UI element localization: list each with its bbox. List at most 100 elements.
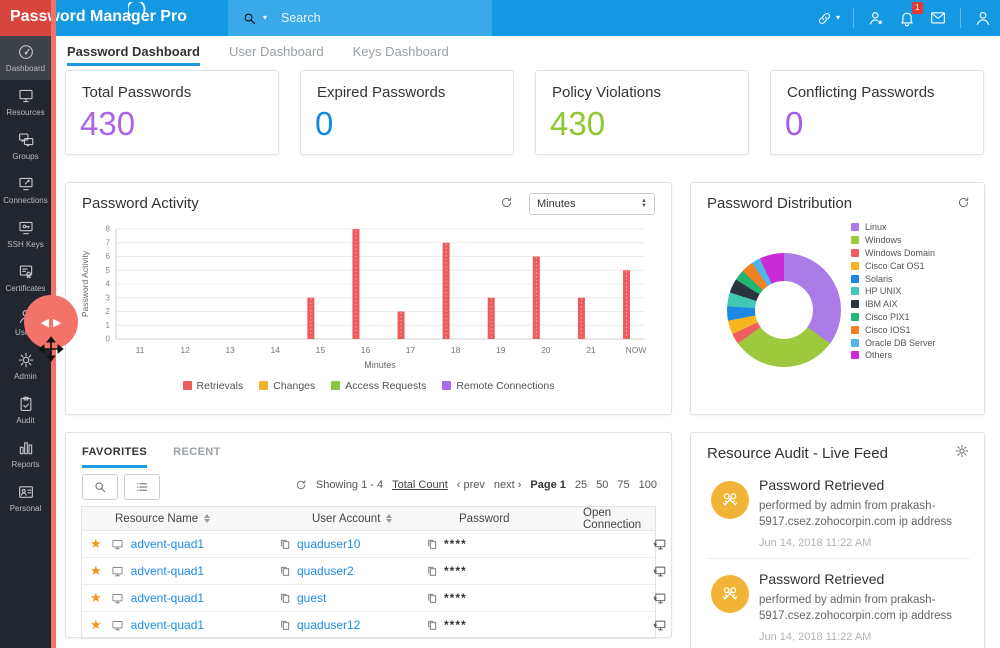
col-user-account[interactable]: User Account [300,513,445,525]
sidebar-item-groups[interactable]: Groups [0,124,51,168]
svg-text:Minutes: Minutes [364,360,396,370]
search-icon [95,482,106,493]
table-search-button[interactable] [82,474,118,500]
quick-link-button[interactable]: ▾ [816,10,840,27]
user-star-button[interactable] [867,9,885,27]
sidebar-item-label: Certificates [5,284,46,293]
ssh-keys-icon [18,221,33,235]
sort-icon[interactable] [204,514,211,523]
sidebar-item-personal[interactable]: Personal [0,476,51,520]
tab-password-dashboard[interactable]: Password Dashboard [67,36,200,66]
legend-item: Changes [259,380,315,392]
favorite-star-icon[interactable]: ★ [90,536,102,552]
favorite-star-icon[interactable]: ★ [90,563,102,579]
page-size-25[interactable]: 25 [575,479,587,491]
profile-button[interactable] [974,9,992,27]
refresh-icon[interactable] [957,196,970,209]
copy-user-button[interactable] [279,538,291,550]
svg-text:13: 13 [225,345,235,355]
sidebar-item-resources[interactable]: Resources [0,80,51,124]
page-indicator: Page 1 [530,479,566,491]
sidebar-item-reports[interactable]: Reports [0,432,51,476]
sidebar-item-certificates[interactable]: Certificates [0,256,51,300]
table-view-button[interactable] [124,474,160,500]
header-icons: ▾ 1 [816,0,992,36]
tab-favorites[interactable]: FAVORITES [82,446,148,468]
certificates-icon [19,265,32,279]
sidebar-item-dashboard[interactable]: Dashboard [0,36,51,80]
col-resource-name[interactable]: Resource Name [82,513,300,525]
password-distribution-panel: Password Distribution Linux Windows Window… [690,182,985,415]
user-account-link[interactable]: quaduser10 [297,537,360,551]
resource-audit-panel: Resource Audit - Live Feed Password Retr… [690,432,985,648]
resource-link[interactable]: advent-quad1 [131,591,204,605]
arrow-right-icon: ▶ [53,316,62,329]
copy-user-button[interactable] [279,619,291,631]
resource-link[interactable]: advent-quad1 [131,537,204,551]
stat-title: Total Passwords [82,84,192,101]
user-account-link[interactable]: guest [297,591,326,605]
distribution-donut-chart [727,253,841,367]
audit-icon [20,396,31,411]
stat-value: 0 [315,105,334,142]
copy-password-button[interactable] [426,592,438,604]
favorite-star-icon[interactable]: ★ [90,590,102,606]
resource-link[interactable]: advent-quad1 [131,564,204,578]
user-account-link[interactable]: quaduser12 [297,618,360,632]
svg-text:16: 16 [361,345,371,355]
sort-icon[interactable] [386,514,393,523]
open-connection-button[interactable] [652,537,667,552]
svg-text:1: 1 [106,321,111,330]
copy-icon [428,593,437,603]
copy-user-button[interactable] [279,592,291,604]
prev-button[interactable]: ‹ prev [457,479,485,491]
tab-keys-dashboard[interactable]: Keys Dashboard [353,36,449,66]
divider [960,8,961,28]
refresh-icon[interactable] [295,479,307,491]
favorite-star-icon[interactable]: ★ [90,617,102,633]
tab-recent[interactable]: RECENT [173,446,221,468]
legend-swatch [851,325,859,334]
copy-password-button[interactable] [426,565,438,577]
notifications-button[interactable]: 1 [898,2,923,27]
search-scope-caret[interactable]: ▾ [263,14,267,22]
activity-bar-chart: 012345678Password Activity11 12 13 14 15 16 17… [80,225,646,370]
sidebar-item-ssh-keys[interactable]: SSH Keys [0,212,51,256]
open-connection-button[interactable] [652,564,667,579]
legend-item: Others [851,349,936,362]
mail-button[interactable] [929,9,947,27]
svg-text:6: 6 [106,252,111,261]
legend-item: Retrievals [182,380,243,392]
legend-swatch [182,381,192,390]
copy-user-button[interactable] [279,565,291,577]
page-size-50[interactable]: 50 [596,479,608,491]
copy-password-button[interactable] [426,538,438,550]
stat-value: 430 [550,105,606,142]
copy-icon [428,566,437,576]
stat-title: Expired Passwords [317,84,446,101]
total-count-link[interactable]: Total Count [392,479,448,491]
global-search[interactable]: ▾ Search [228,0,492,36]
sidebar-item-label: Connections [3,196,48,205]
sidebar-item-connections[interactable]: Connections [0,168,51,212]
copy-password-button[interactable] [426,619,438,631]
page-size-75[interactable]: 75 [617,479,629,491]
legend-swatch [442,381,452,390]
legend-swatch [851,248,859,257]
sidebar-item-audit[interactable]: Audit [0,388,51,432]
interval-select[interactable]: Minutes ▲ ▼ [529,193,655,215]
legend-item: Oracle DB Server [851,336,936,349]
sidebar-item-label: Dashboard [5,64,46,73]
open-connection-button[interactable] [652,618,667,633]
next-button[interactable]: next › [494,479,522,491]
gear-icon[interactable] [954,443,970,459]
tab-user-dashboard[interactable]: User Dashboard [229,36,324,66]
user-account-link[interactable]: quaduser2 [297,564,354,578]
open-connection-button[interactable] [652,591,667,606]
refresh-icon[interactable] [500,196,513,209]
page-size-100[interactable]: 100 [639,479,657,491]
search-input[interactable]: Search [281,11,321,25]
password-masked: **** [444,618,467,632]
resource-link[interactable]: advent-quad1 [131,618,204,632]
groups-icon [18,133,33,147]
